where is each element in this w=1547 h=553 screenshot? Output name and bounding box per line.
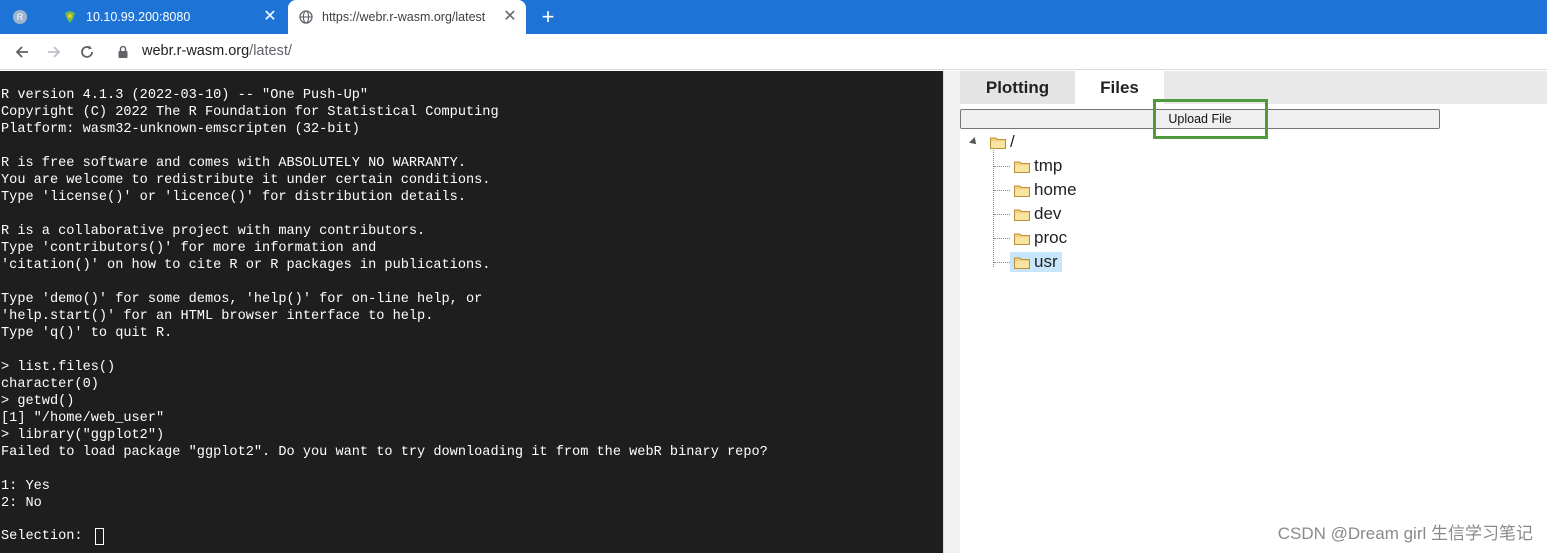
tree-guide-line: [993, 145, 994, 267]
tree-node-usr[interactable]: usr: [1010, 251, 1062, 273]
collapse-triangle-icon[interactable]: [969, 137, 979, 147]
console-prompt-line[interactable]: Selection:: [1, 528, 104, 545]
text-cursor[interactable]: [94, 528, 104, 545]
tree-branch-line: [994, 214, 1010, 215]
tree-node-dev[interactable]: dev: [1014, 203, 1061, 225]
tree-node-label: /: [1010, 132, 1015, 151]
tab-plotting[interactable]: Plotting: [960, 71, 1075, 104]
r-favicon-icon: R: [12, 9, 28, 25]
console-output: R version 4.1.3 (2022-03-10) -- "One Pus…: [1, 88, 768, 511]
url-path: /latest/: [249, 43, 292, 59]
side-panel: Plotting Files Upload File / tmp home de…: [960, 71, 1547, 553]
console-prompt: Selection:: [1, 529, 91, 544]
forward-arrow-icon[interactable]: [42, 40, 66, 64]
new-tab-plus-icon[interactable]: +: [537, 6, 559, 28]
r-console[interactable]: R version 4.1.3 (2022-03-10) -- "One Pus…: [0, 71, 943, 553]
tree-node-tmp[interactable]: tmp: [1014, 155, 1062, 177]
watermark-text: CSDN @Dream girl 生信学习笔记: [1277, 524, 1533, 543]
folder-icon: [990, 137, 1006, 149]
lock-icon[interactable]: [118, 45, 128, 59]
tree-node-root[interactable]: /: [990, 131, 1015, 153]
tree-node-label: usr: [1034, 252, 1058, 271]
close-icon[interactable]: ✕: [262, 9, 278, 25]
tab-files[interactable]: Files: [1075, 71, 1164, 104]
close-icon[interactable]: ✕: [502, 9, 518, 25]
tree-node-label: dev: [1034, 204, 1062, 223]
folder-icon: [1014, 257, 1030, 269]
tree-branch-line: [994, 238, 1010, 239]
file-tree: / tmp home dev proc usr: [960, 131, 1547, 291]
tree-branch-line: [994, 166, 1010, 167]
folder-icon: [1014, 209, 1030, 221]
tree-node-selection: usr: [1010, 252, 1062, 272]
folder-icon: [1014, 185, 1030, 197]
address-bar[interactable]: webr.r-wasm.org/latest/: [142, 43, 292, 59]
tree-node-proc[interactable]: proc: [1014, 227, 1067, 249]
tab-r[interactable]: R: [12, 0, 52, 34]
tab-title: https://webr.r-wasm.org/latest: [322, 10, 486, 24]
tree-node-label: proc: [1034, 228, 1068, 247]
tab-ip-address[interactable]: 10.10.99.200:8080 ✕: [56, 0, 286, 34]
folder-icon: [1014, 233, 1030, 245]
tree-branch-line: [994, 262, 1010, 263]
tab-title: 10.10.99.200:8080: [86, 10, 191, 24]
pane-divider[interactable]: [943, 71, 960, 553]
tab-webr[interactable]: https://webr.r-wasm.org/latest ✕: [288, 0, 526, 34]
site-favicon-icon: [62, 9, 78, 25]
reload-icon[interactable]: [75, 40, 99, 64]
globe-icon: [298, 9, 314, 25]
folder-icon: [1014, 161, 1030, 173]
back-arrow-icon[interactable]: [10, 40, 34, 64]
browser-tab-bar: R 10.10.99.200:8080 ✕ https://webr.r-was…: [0, 0, 1547, 34]
tree-node-label: tmp: [1034, 156, 1063, 175]
tree-branch-line: [994, 190, 1010, 191]
tree-node-home[interactable]: home: [1014, 179, 1077, 201]
r-badge-label: R: [13, 10, 27, 24]
tree-node-label: home: [1034, 180, 1077, 199]
browser-toolbar: webr.r-wasm.org/latest/: [0, 34, 1547, 70]
url-host: webr.r-wasm.org: [142, 43, 250, 59]
